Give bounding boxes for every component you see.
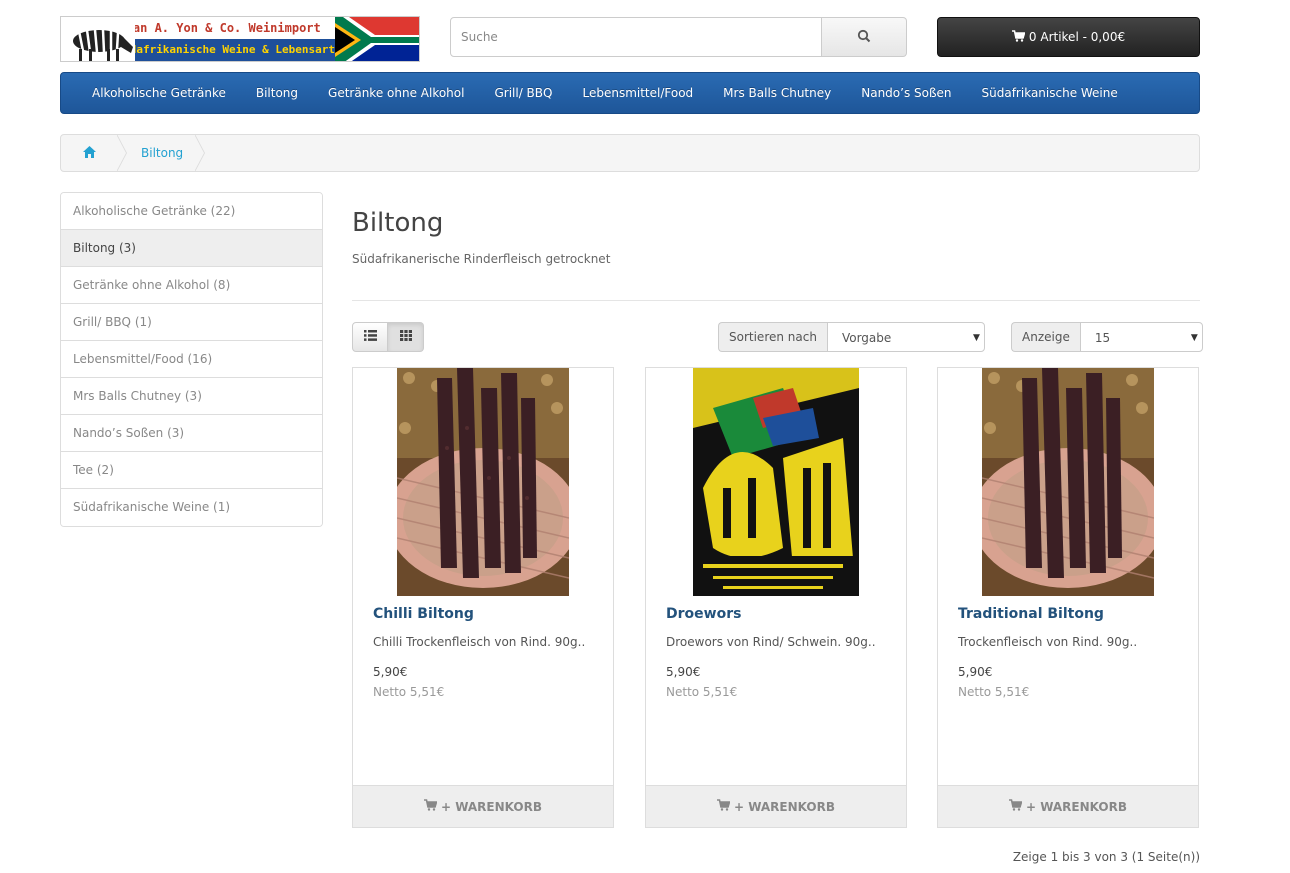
logo-line-1: Dean A. Yon & Co. Weinimport bbox=[112, 17, 335, 39]
limit-label: Anzeige bbox=[1011, 322, 1080, 352]
south-africa-flag-icon bbox=[335, 17, 419, 61]
nav-item-getraenke-ohne-alkohol[interactable]: Getränke ohne Alkohol bbox=[313, 86, 479, 100]
sort-value: Vorgabe bbox=[841, 331, 892, 345]
add-to-cart-button[interactable]: + WARENKORB bbox=[353, 785, 613, 827]
breadcrumb-current[interactable]: Biltong bbox=[127, 146, 195, 160]
add-to-cart-label: + WARENKORB bbox=[1025, 799, 1128, 814]
product-price: 5,90€ bbox=[666, 665, 701, 679]
home-icon bbox=[82, 145, 96, 161]
cart-icon bbox=[716, 799, 731, 814]
product-price: 5,90€ bbox=[958, 665, 993, 679]
caret-down-icon: ▼ bbox=[1190, 333, 1198, 343]
cart-icon bbox=[1011, 29, 1026, 45]
product-price: 5,90€ bbox=[373, 665, 408, 679]
product-net-price: Netto 5,51€ bbox=[373, 685, 445, 699]
add-to-cart-label: + WARENKORB bbox=[440, 799, 543, 814]
sidebar-item-mrs-balls-chutney[interactable]: Mrs Balls Chutney (3) bbox=[61, 378, 322, 415]
sort-label: Sortieren nach bbox=[718, 322, 827, 352]
breadcrumb-home[interactable] bbox=[61, 135, 117, 171]
add-to-cart-button[interactable]: + WARENKORB bbox=[646, 785, 906, 827]
nav-item-suedafrikanische-weine[interactable]: Südafrikanische Weine bbox=[967, 86, 1133, 100]
product-net-price: Netto 5,51€ bbox=[666, 685, 738, 699]
nav-item-lebensmittel[interactable]: Lebensmittel/Food bbox=[567, 86, 708, 100]
list-view-button[interactable] bbox=[352, 322, 388, 352]
product-description: Chilli Trockenfleisch von Rind. 90g.. bbox=[373, 635, 586, 649]
sort-control: Sortieren nach Vorgabe ▼ bbox=[718, 322, 985, 352]
add-to-cart-button[interactable]: + WARENKORB bbox=[938, 785, 1198, 827]
product-net-price: Netto 5,51€ bbox=[958, 685, 1030, 699]
logo-line-2: Südafrikanische Weine & Lebensart bbox=[112, 39, 335, 61]
list-icon bbox=[363, 330, 377, 344]
product-card: Traditional Biltong Trockenfleisch von R… bbox=[937, 367, 1199, 828]
nav-item-alkoholische-getraenke[interactable]: Alkoholische Getränke bbox=[77, 86, 241, 100]
breadcrumb-separator bbox=[194, 135, 206, 171]
limit-control: Anzeige 15 ▼ bbox=[1011, 322, 1203, 352]
add-to-cart-label: + WARENKORB bbox=[733, 799, 836, 814]
product-name[interactable]: Chilli Biltong bbox=[373, 606, 474, 622]
product-card: Chilli Biltong Chilli Trockenfleisch von… bbox=[352, 367, 614, 828]
zebra-logo-icon bbox=[61, 17, 135, 61]
sidebar-item-lebensmittel[interactable]: Lebensmittel/Food (16) bbox=[61, 341, 322, 378]
grid-view-button[interactable] bbox=[388, 322, 424, 352]
category-sidebar: Alkoholische Getränke (22) Biltong (3) G… bbox=[60, 192, 323, 527]
nav-item-grill-bbq[interactable]: Grill/ BBQ bbox=[479, 86, 567, 100]
site-logo[interactable]: Dean A. Yon & Co. Weinimport Südafrikani… bbox=[60, 16, 420, 62]
nav-item-biltong[interactable]: Biltong bbox=[241, 86, 313, 100]
sidebar-item-alkoholische-getraenke[interactable]: Alkoholische Getränke (22) bbox=[61, 193, 322, 230]
cart-icon bbox=[423, 799, 438, 814]
limit-value: 15 bbox=[1094, 331, 1111, 345]
caret-down-icon: ▼ bbox=[973, 333, 980, 343]
search-button[interactable] bbox=[822, 17, 907, 57]
page-subtitle: Südafrikanerische Rinderfleisch getrockn… bbox=[352, 252, 611, 266]
nav-item-nandos-sossen[interactable]: Nando’s Soßen bbox=[846, 86, 966, 100]
divider bbox=[352, 300, 1200, 301]
search-icon bbox=[857, 29, 871, 46]
product-card: Droewors Droewors von Rind/ Schwein. 90g… bbox=[645, 367, 907, 828]
cart-label: 0 Artikel - 0,00€ bbox=[1028, 30, 1126, 44]
sort-select[interactable]: Vorgabe ▼ bbox=[826, 322, 985, 352]
cart-button[interactable]: 0 Artikel - 0,00€ bbox=[937, 17, 1200, 57]
product-description: Trockenfleisch von Rind. 90g.. bbox=[958, 635, 1138, 649]
search-bar bbox=[450, 17, 907, 57]
sidebar-item-nandos-sossen[interactable]: Nando’s Soßen (3) bbox=[61, 415, 322, 452]
sidebar-item-suedafrikanische-weine[interactable]: Südafrikanische Weine (1) bbox=[61, 489, 322, 526]
page-title: Biltong bbox=[352, 208, 444, 238]
product-name[interactable]: Droewors bbox=[666, 606, 741, 622]
sidebar-item-getraenke-ohne-alkohol[interactable]: Getränke ohne Alkohol (8) bbox=[61, 267, 322, 304]
search-input[interactable] bbox=[450, 17, 822, 57]
product-image-biltong-basket[interactable] bbox=[982, 368, 1154, 596]
main-navigation: Alkoholische Getränke Biltong Getränke o… bbox=[60, 72, 1200, 114]
nav-item-mrs-balls-chutney[interactable]: Mrs Balls Chutney bbox=[708, 86, 846, 100]
view-toggle bbox=[352, 322, 424, 352]
grid-icon bbox=[399, 330, 412, 344]
sidebar-item-grill-bbq[interactable]: Grill/ BBQ (1) bbox=[61, 304, 322, 341]
product-image-biltong-basket[interactable] bbox=[397, 368, 569, 596]
product-image-safari-biltong-pack[interactable] bbox=[693, 368, 859, 596]
limit-select[interactable]: 15 ▼ bbox=[1079, 322, 1203, 352]
sidebar-item-tee[interactable]: Tee (2) bbox=[61, 452, 322, 489]
breadcrumb-separator bbox=[116, 135, 127, 171]
sidebar-item-biltong[interactable]: Biltong (3) bbox=[61, 230, 322, 267]
product-description: Droewors von Rind/ Schwein. 90g.. bbox=[666, 635, 876, 649]
pagination-summary: Zeige 1 bis 3 von 3 (1 Seite(n)) bbox=[1012, 850, 1200, 864]
product-name[interactable]: Traditional Biltong bbox=[958, 606, 1104, 622]
breadcrumb: Biltong bbox=[60, 134, 1200, 172]
cart-icon bbox=[1008, 799, 1023, 814]
